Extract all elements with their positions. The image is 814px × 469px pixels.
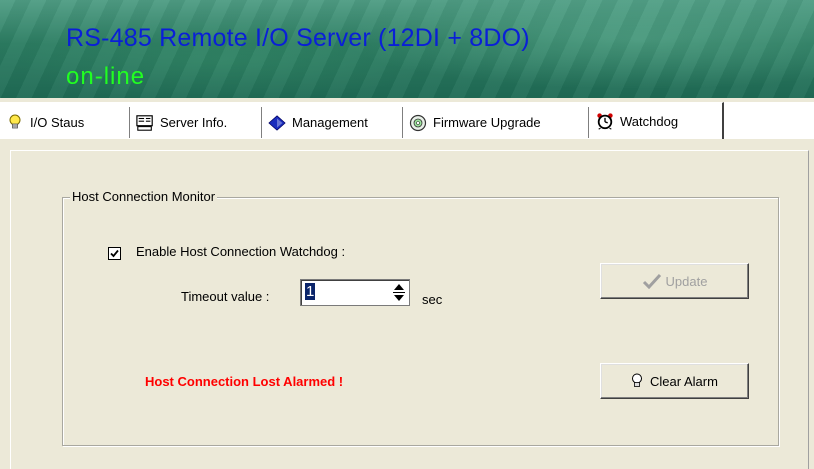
lightbulb-icon xyxy=(632,373,643,387)
checkmark-icon xyxy=(110,249,119,258)
enable-watchdog-checkbox[interactable] xyxy=(108,247,121,260)
group-title: Host Connection Monitor xyxy=(70,189,218,204)
tab-server-info[interactable]: Server Info. xyxy=(130,107,262,138)
tab-label: Watchdog xyxy=(620,113,679,129)
alarm-message: Host Connection Lost Alarmed ! xyxy=(145,374,344,389)
tab-label: Server Info. xyxy=(160,115,228,130)
checkmark-icon xyxy=(642,273,661,289)
timeout-unit-label: sec xyxy=(422,292,443,307)
tab-label: Management xyxy=(292,115,368,130)
header-banner: RS-485 Remote I/O Server (12DI + 8DO) on… xyxy=(0,0,814,98)
tab-strip: I/O Staus Server Info. Management Firmwa… xyxy=(0,102,814,139)
device-title: RS-485 Remote I/O Server (12DI + 8DO) xyxy=(66,24,530,52)
spin-buttons[interactable] xyxy=(391,282,407,303)
tab-io-status[interactable]: I/O Staus xyxy=(0,107,130,138)
clear-alarm-label: Clear Alarm xyxy=(650,373,718,389)
update-button-label: Update xyxy=(665,273,708,289)
timeout-spinbox[interactable]: 1 xyxy=(300,279,410,306)
enable-watchdog-label[interactable]: Enable Host Connection Watchdog : xyxy=(136,244,345,259)
host-connection-monitor-group xyxy=(62,197,779,446)
connection-status: on-line xyxy=(66,63,146,90)
timeout-label: Timeout value : xyxy=(181,289,270,304)
spin-down-icon[interactable] xyxy=(393,294,405,302)
alarm-clock-icon xyxy=(596,112,614,130)
tab-watchdog[interactable]: Watchdog xyxy=(589,102,724,139)
lightbulb-icon xyxy=(6,114,24,132)
tab-management[interactable]: Management xyxy=(262,107,403,138)
update-button[interactable]: Update xyxy=(600,263,749,299)
spin-up-icon[interactable] xyxy=(393,283,405,291)
firmware-disc-icon xyxy=(409,114,427,132)
management-diamond-icon xyxy=(268,114,286,132)
timeout-value-input[interactable]: 1 xyxy=(305,283,316,300)
tab-label: Firmware Upgrade xyxy=(433,115,541,130)
tab-label: I/O Staus xyxy=(30,115,85,130)
clear-alarm-button[interactable]: Clear Alarm xyxy=(600,363,749,399)
server-info-icon xyxy=(136,114,154,132)
tab-firmware-upgrade[interactable]: Firmware Upgrade xyxy=(403,107,589,138)
